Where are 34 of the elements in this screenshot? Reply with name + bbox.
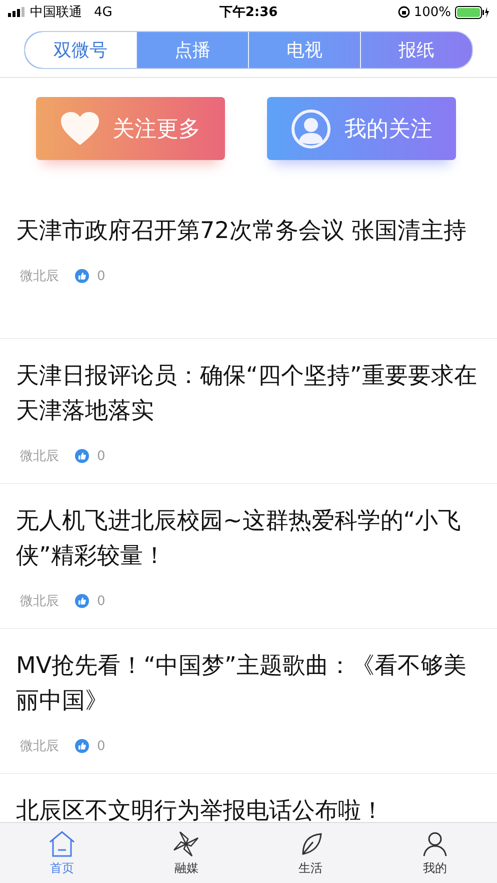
thumbs-up-icon [75,269,89,283]
nav-tab[interactable]: 融媒 [124,823,248,883]
nav-tab[interactable]: 首页 [0,823,124,883]
battery-icon [455,6,489,18]
thumbs-up-icon [75,739,89,753]
signal-icon [8,7,26,17]
thumbs-up-icon [75,449,89,463]
article-title[interactable]: MV抢先看！“中国梦”主题歌曲：《看不够美丽中国》 [16,649,483,719]
like-count: 0 [97,594,106,608]
article-title[interactable]: 无人机飞进北辰校园~这群热爱科学的“小飞侠”精彩较量！ [16,504,483,574]
heart-icon [60,112,98,146]
rotation-lock-icon [398,6,410,18]
pinwheel-icon [172,830,200,858]
carrier-text: 中国联通 [30,4,82,21]
channel-tab[interactable]: 双微号 [25,32,136,68]
user-icon [290,108,330,148]
thumbs-up-icon [75,594,89,608]
home-icon [48,830,76,858]
article-source: 微北辰 [20,593,59,610]
article-source: 微北辰 [20,738,59,755]
nav-tab[interactable]: 我的 [372,823,497,883]
article-source: 微北辰 [20,448,59,465]
nav-tab[interactable]: 生活 [248,823,373,883]
status-time: 下午2:36 [219,4,278,21]
like-count: 0 [97,268,106,284]
article-title[interactable]: 天津市政府召开第72次常务会议 张国清主持 [16,214,483,249]
battery-percent: 100% [414,4,451,20]
article-source: 微北辰 [20,268,59,285]
article-title[interactable]: 北辰区不文明行为举报电话公布啦！ [16,794,483,822]
like-count: 0 [97,448,106,464]
person-icon [420,830,449,858]
article-title[interactable]: 天津日报评论员：确保“四个坚持”重要要求在天津落地落实 [16,359,483,429]
like-count: 0 [97,738,106,754]
network-text: 4G [94,4,112,20]
